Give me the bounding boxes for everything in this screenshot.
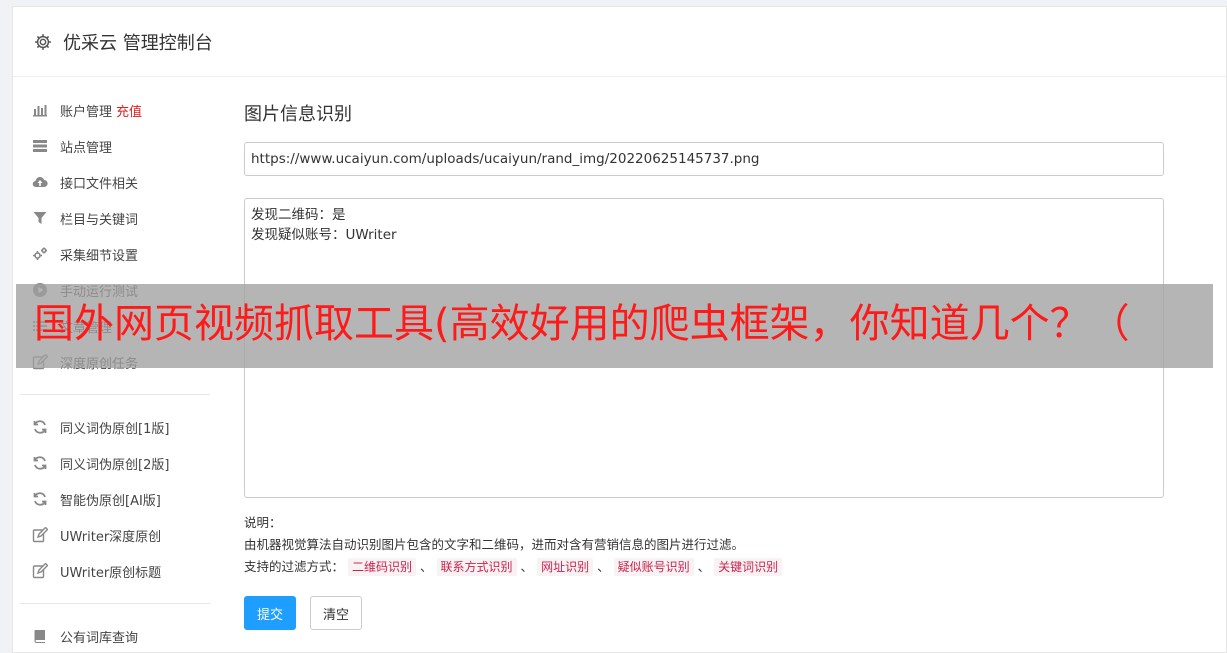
- filter-tag: 疑似账号识别: [613, 558, 694, 576]
- filter-tag: 联系方式识别: [436, 558, 517, 576]
- notes: 说明： 由机器视觉算法自动识别图片包含的文字和二维码，进而对含有营销信息的图片进…: [244, 512, 1164, 578]
- filter-list: 支持的过滤方式： 二维码识别、联系方式识别、网址识别、疑似账号识别、关键词识别: [244, 556, 1164, 578]
- sidebar-divider: [20, 394, 210, 395]
- server-icon: [32, 138, 48, 154]
- sidebar-item[interactable]: 智能伪原创[AI版]: [20, 481, 210, 517]
- sidebar-item-label: 采集细节设置: [60, 248, 139, 264]
- sidebar-item-label: 栏目与关键词: [60, 212, 139, 228]
- console-title: 优采云 管理控制台: [63, 32, 213, 54]
- edit-icon: [32, 527, 48, 543]
- action-buttons: 提交 清空: [244, 596, 1164, 630]
- filter-tag: 网址识别: [537, 558, 594, 576]
- sidebar-item-label: UWriter深度原创: [60, 529, 162, 545]
- sidebar-item-label: 账户管理: [60, 104, 113, 120]
- sidebar-item-label: 智能伪原创[AI版]: [60, 493, 161, 509]
- filter-tag: 二维码识别: [348, 558, 417, 576]
- sidebar-item[interactable]: 接口文件相关: [20, 164, 210, 200]
- notes-description: 由机器视觉算法自动识别图片包含的文字和二维码，进而对含有营销信息的图片进行过滤。: [244, 537, 745, 552]
- sidebar-item-label: 公有词库查询: [60, 630, 139, 646]
- filter-separator: 、: [520, 559, 534, 574]
- title-overlay-banner: 国外网页视频抓取工具(高效好用的爬虫框架，你知道几个？（: [16, 284, 1213, 368]
- sidebar-item-label: 接口文件相关: [60, 176, 139, 192]
- filter-label: 支持的过滤方式：: [244, 559, 345, 574]
- book-icon: [32, 628, 48, 644]
- sidebar: 账户管理充值站点管理接口文件相关栏目与关键词采集细节设置手动运行测试文章管理深度…: [20, 92, 210, 653]
- gear-icon: [35, 33, 51, 50]
- cogs-icon: [32, 246, 48, 262]
- submit-button[interactable]: 提交: [244, 596, 297, 630]
- sidebar-item-label: 同义词伪原创[1版]: [60, 421, 170, 437]
- notes-heading: 说明：: [244, 515, 282, 530]
- filter-separator: 、: [420, 559, 433, 574]
- filter-icon: [32, 210, 48, 226]
- bar-chart-icon: [32, 102, 48, 118]
- overlay-text: 国外网页视频抓取工具(高效好用的爬虫框架，你知道几个？（: [34, 301, 1130, 347]
- sidebar-item[interactable]: 同义词伪原创[1版]: [20, 409, 210, 445]
- sidebar-item-label: 站点管理: [60, 140, 113, 156]
- recharge-link[interactable]: 充值: [116, 101, 142, 120]
- sidebar-item[interactable]: UWriter深度原创: [20, 517, 210, 553]
- sidebar-item[interactable]: UWriter原创标题: [20, 553, 210, 589]
- sidebar-item[interactable]: 采集细节设置: [20, 236, 210, 272]
- filter-tag: 关键词识别: [714, 558, 783, 576]
- edit-icon: [32, 563, 48, 579]
- image-url-input[interactable]: [244, 142, 1164, 176]
- filter-separator: 、: [597, 559, 610, 574]
- sidebar-item[interactable]: 账户管理 充值: [20, 92, 210, 128]
- sidebar-divider: [20, 603, 210, 604]
- page-title: 图片信息识别: [244, 104, 352, 125]
- refresh-icon: [32, 491, 48, 507]
- header: 优采云 管理控制台: [13, 7, 1226, 77]
- sidebar-item-label: UWriter原创标题: [60, 565, 162, 581]
- clear-button[interactable]: 清空: [310, 596, 363, 630]
- sidebar-item[interactable]: 同义词伪原创[2版]: [20, 445, 210, 481]
- sidebar-item-label: 同义词伪原创[2版]: [60, 457, 170, 473]
- sidebar-item[interactable]: 站点管理: [20, 128, 210, 164]
- refresh-icon: [32, 419, 48, 435]
- sidebar-item[interactable]: 公有词库查询: [20, 618, 210, 653]
- refresh-icon: [32, 455, 48, 471]
- sidebar-item[interactable]: 栏目与关键词: [20, 200, 210, 236]
- cloud-upload-icon: [32, 174, 48, 190]
- filter-separator: 、: [697, 559, 711, 574]
